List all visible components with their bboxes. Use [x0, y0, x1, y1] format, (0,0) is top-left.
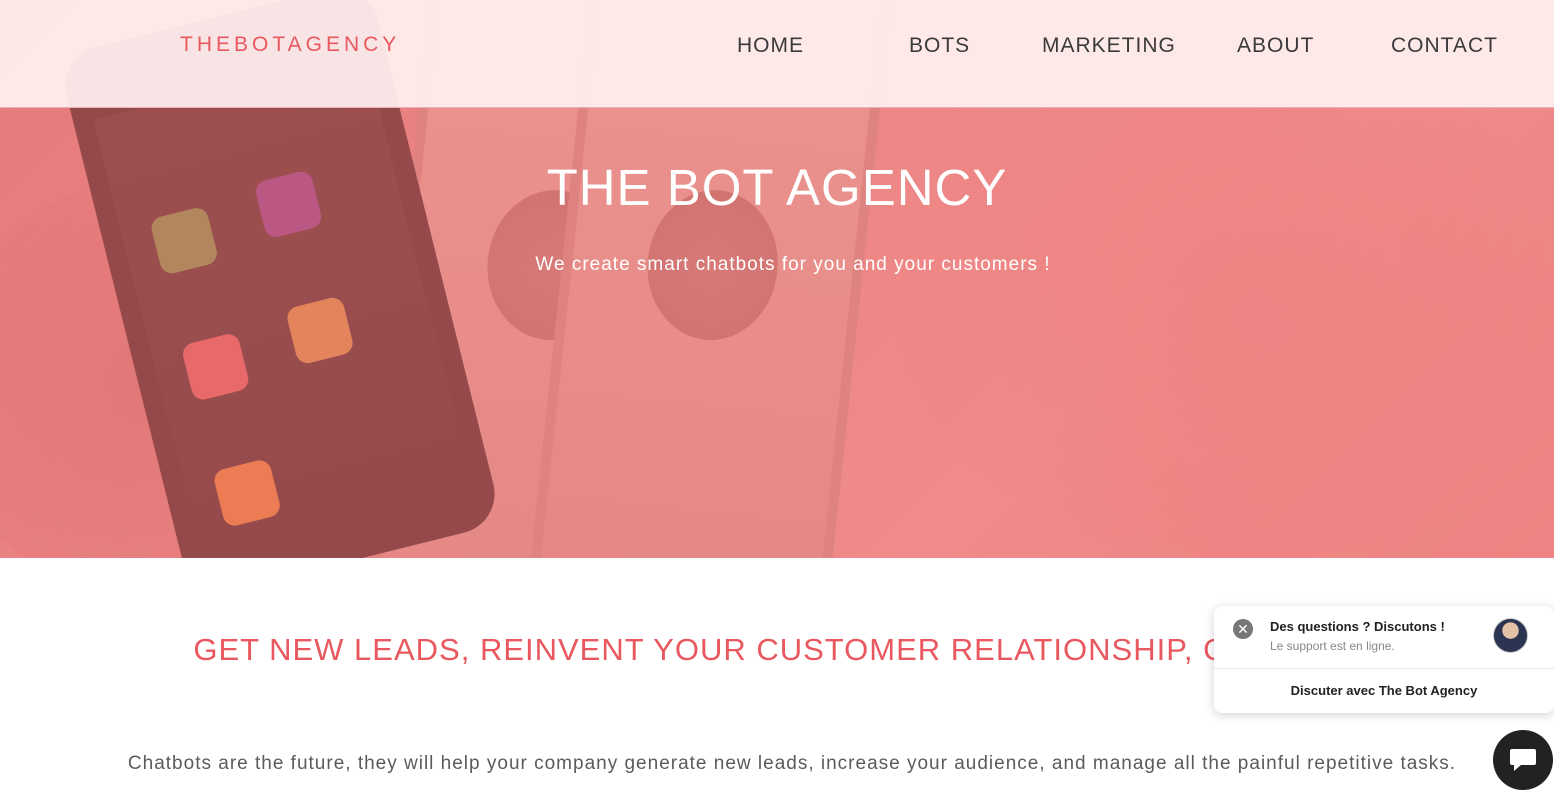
site-header: THEBOTAGENCY HOME BOTS MARKETING ABOUT C…: [0, 0, 1554, 108]
nav-marketing[interactable]: MARKETING: [1042, 34, 1176, 58]
nav-bots[interactable]: BOTS: [909, 34, 970, 58]
hero-subtitle: We create smart chatbots for you and you…: [535, 254, 1051, 275]
start-chat-button[interactable]: Discuter avec The Bot Agency: [1214, 669, 1554, 713]
avatar: [1493, 618, 1528, 653]
chat-support-status: Le support est en ligne.: [1270, 639, 1395, 653]
nav-about[interactable]: ABOUT: [1237, 34, 1314, 58]
hero-title: THE BOT AGENCY: [546, 159, 1008, 216]
nav-home[interactable]: HOME: [737, 34, 804, 58]
section-body-text: Chatbots are the future, they will help …: [127, 753, 1457, 774]
nav-contact[interactable]: CONTACT: [1391, 34, 1498, 58]
chat-popup: ✕ Des questions ? Discutons ! Le support…: [1214, 606, 1554, 713]
close-icon[interactable]: ✕: [1233, 619, 1253, 639]
site-logo[interactable]: THEBOTAGENCY: [180, 33, 400, 57]
chat-bubble-icon: [1510, 749, 1536, 771]
chat-launcher-button[interactable]: [1493, 730, 1553, 790]
chat-popup-title: Des questions ? Discutons !: [1270, 619, 1445, 634]
